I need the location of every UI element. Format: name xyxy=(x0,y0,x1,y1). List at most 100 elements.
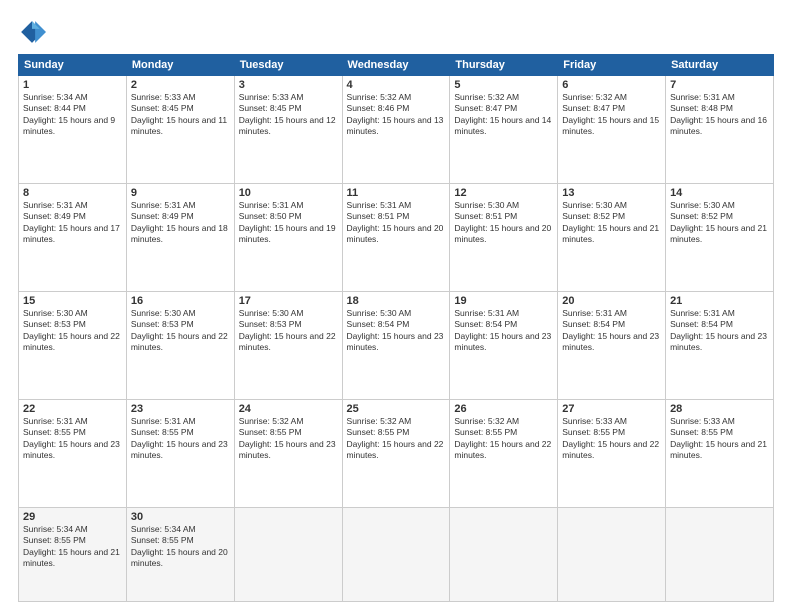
daylight-label: Daylight: 15 hours and 23 minutes. xyxy=(454,331,551,352)
day-number: 28 xyxy=(670,403,769,415)
calendar-cell: 4Sunrise: 5:32 AMSunset: 8:46 PMDaylight… xyxy=(342,76,450,184)
day-number: 6 xyxy=(562,79,661,91)
day-number: 10 xyxy=(239,187,338,199)
calendar-cell: 1Sunrise: 5:34 AMSunset: 8:44 PMDaylight… xyxy=(19,76,127,184)
calendar-cell: 25Sunrise: 5:32 AMSunset: 8:55 PMDayligh… xyxy=(342,399,450,507)
sunrise-label: Sunrise: 5:34 AM xyxy=(23,92,88,102)
sunrise-label: Sunrise: 5:30 AM xyxy=(239,308,304,318)
sunrise-label: Sunrise: 5:31 AM xyxy=(347,200,412,210)
daylight-label: Daylight: 15 hours and 22 minutes. xyxy=(347,439,444,460)
calendar-table: SundayMondayTuesdayWednesdayThursdayFrid… xyxy=(18,54,774,602)
day-number: 7 xyxy=(670,79,769,91)
sunset-label: Sunset: 8:53 PM xyxy=(239,319,302,329)
sunset-label: Sunset: 8:55 PM xyxy=(239,427,302,437)
day-number: 14 xyxy=(670,187,769,199)
calendar-cell: 30Sunrise: 5:34 AMSunset: 8:55 PMDayligh… xyxy=(126,507,234,601)
cell-content: Sunrise: 5:33 AMSunset: 8:45 PMDaylight:… xyxy=(131,92,230,138)
sunset-label: Sunset: 8:54 PM xyxy=(562,319,625,329)
calendar-cell: 10Sunrise: 5:31 AMSunset: 8:50 PMDayligh… xyxy=(234,183,342,291)
calendar-cell xyxy=(234,507,342,601)
calendar-week-row: 15Sunrise: 5:30 AMSunset: 8:53 PMDayligh… xyxy=(19,291,774,399)
sunrise-label: Sunrise: 5:33 AM xyxy=(670,416,735,426)
daylight-label: Daylight: 15 hours and 15 minutes. xyxy=(562,115,659,136)
cell-content: Sunrise: 5:30 AMSunset: 8:53 PMDaylight:… xyxy=(23,308,122,354)
cell-content: Sunrise: 5:31 AMSunset: 8:49 PMDaylight:… xyxy=(131,200,230,246)
cell-content: Sunrise: 5:34 AMSunset: 8:55 PMDaylight:… xyxy=(23,524,122,570)
logo-icon xyxy=(18,18,46,46)
daylight-label: Daylight: 15 hours and 18 minutes. xyxy=(131,223,228,244)
cell-content: Sunrise: 5:34 AMSunset: 8:44 PMDaylight:… xyxy=(23,92,122,138)
cell-content: Sunrise: 5:30 AMSunset: 8:53 PMDaylight:… xyxy=(239,308,338,354)
sunrise-label: Sunrise: 5:31 AM xyxy=(239,200,304,210)
sunrise-label: Sunrise: 5:30 AM xyxy=(131,308,196,318)
day-number: 21 xyxy=(670,295,769,307)
day-number: 16 xyxy=(131,295,230,307)
daylight-label: Daylight: 15 hours and 11 minutes. xyxy=(131,115,227,136)
sunset-label: Sunset: 8:55 PM xyxy=(670,427,733,437)
day-number: 12 xyxy=(454,187,553,199)
sunrise-label: Sunrise: 5:30 AM xyxy=(670,200,735,210)
daylight-label: Daylight: 15 hours and 23 minutes. xyxy=(670,331,767,352)
sunrise-label: Sunrise: 5:31 AM xyxy=(23,200,88,210)
daylight-label: Daylight: 15 hours and 23 minutes. xyxy=(562,331,659,352)
calendar-week-row: 29Sunrise: 5:34 AMSunset: 8:55 PMDayligh… xyxy=(19,507,774,601)
daylight-label: Daylight: 15 hours and 20 minutes. xyxy=(131,547,228,568)
sunrise-label: Sunrise: 5:31 AM xyxy=(670,308,735,318)
cell-content: Sunrise: 5:34 AMSunset: 8:55 PM Daylight:… xyxy=(131,524,230,570)
sunrise-label: Sunrise: 5:31 AM xyxy=(131,200,196,210)
sunset-label: Sunset: 8:54 PM xyxy=(670,319,733,329)
daylight-label: Daylight: 15 hours and 22 minutes. xyxy=(454,439,551,460)
sunrise-label: Sunrise: 5:32 AM xyxy=(239,416,304,426)
calendar-cell: 8Sunrise: 5:31 AMSunset: 8:49 PMDaylight… xyxy=(19,183,127,291)
sunset-label: Sunset: 8:55 PM xyxy=(562,427,625,437)
sunset-label: Sunset: 8:55 PM xyxy=(347,427,410,437)
daylight-label: Daylight: 15 hours and 13 minutes. xyxy=(347,115,444,136)
calendar-day-header: Friday xyxy=(558,55,666,76)
sunset-label: Sunset: 8:47 PM xyxy=(454,103,517,113)
cell-content: Sunrise: 5:32 AMSunset: 8:46 PMDaylight:… xyxy=(347,92,446,138)
daylight-label: Daylight: 15 hours and 9 minutes. xyxy=(23,115,115,136)
daylight-label: Daylight: 15 hours and 20 minutes. xyxy=(454,223,551,244)
day-number: 22 xyxy=(23,403,122,415)
day-number: 11 xyxy=(347,187,446,199)
sunset-label: Sunset: 8:51 PM xyxy=(347,211,410,221)
page: SundayMondayTuesdayWednesdayThursdayFrid… xyxy=(0,0,792,612)
day-number: 19 xyxy=(454,295,553,307)
day-number: 26 xyxy=(454,403,553,415)
calendar-cell: 27Sunrise: 5:33 AMSunset: 8:55 PMDayligh… xyxy=(558,399,666,507)
calendar-cell: 11Sunrise: 5:31 AMSunset: 8:51 PM Dayligh… xyxy=(342,183,450,291)
calendar-cell: 24Sunrise: 5:32 AMSunset: 8:55 PMDayligh… xyxy=(234,399,342,507)
calendar-header-row: SundayMondayTuesdayWednesdayThursdayFrid… xyxy=(19,55,774,76)
daylight-label: Daylight: 15 hours and 21 minutes. xyxy=(562,223,659,244)
daylight-label: Daylight: 15 hours and 16 minutes. xyxy=(670,115,767,136)
sunrise-label: Sunrise: 5:32 AM xyxy=(454,416,519,426)
calendar-cell: 7Sunrise: 5:31 AMSunset: 8:48 PMDaylight… xyxy=(666,76,774,184)
calendar-cell: 20Sunrise: 5:31 AMSunset: 8:54 PMDayligh… xyxy=(558,291,666,399)
day-number: 5 xyxy=(454,79,553,91)
calendar-cell: 6Sunrise: 5:32 AMSunset: 8:47 PMDaylight… xyxy=(558,76,666,184)
calendar-cell: 28Sunrise: 5:33 AMSunset: 8:55 PM Dayligh… xyxy=(666,399,774,507)
calendar-cell: 26Sunrise: 5:32 AMSunset: 8:55 PMDayligh… xyxy=(450,399,558,507)
daylight-label: Daylight: 15 hours and 21 minutes. xyxy=(670,439,767,460)
calendar-cell: 29Sunrise: 5:34 AMSunset: 8:55 PMDayligh… xyxy=(19,507,127,601)
cell-content: Sunrise: 5:31 AMSunset: 8:55 PMDaylight:… xyxy=(23,416,122,462)
daylight-label: Daylight: 15 hours and 21 minutes. xyxy=(670,223,767,244)
sunrise-label: Sunrise: 5:30 AM xyxy=(562,200,627,210)
calendar-day-header: Sunday xyxy=(19,55,127,76)
sunrise-label: Sunrise: 5:32 AM xyxy=(562,92,627,102)
sunset-label: Sunset: 8:55 PM xyxy=(131,535,194,545)
sunset-label: Sunset: 8:45 PM xyxy=(239,103,302,113)
sunrise-label: Sunrise: 5:34 AM xyxy=(131,524,196,534)
sunrise-label: Sunrise: 5:31 AM xyxy=(131,416,196,426)
calendar-cell: 13Sunrise: 5:30 AMSunset: 8:52 PMDayligh… xyxy=(558,183,666,291)
cell-content: Sunrise: 5:31 AMSunset: 8:54 PMDaylight:… xyxy=(562,308,661,354)
cell-content: Sunrise: 5:32 AMSunset: 8:55 PMDaylight:… xyxy=(347,416,446,462)
day-number: 1 xyxy=(23,79,122,91)
daylight-label: Daylight: 15 hours and 20 minutes. xyxy=(347,223,444,244)
calendar-cell: 22Sunrise: 5:31 AMSunset: 8:55 PMDayligh… xyxy=(19,399,127,507)
sunset-label: Sunset: 8:50 PM xyxy=(239,211,302,221)
day-number: 4 xyxy=(347,79,446,91)
day-number: 27 xyxy=(562,403,661,415)
cell-content: Sunrise: 5:31 AMSunset: 8:55 PMDaylight:… xyxy=(131,416,230,462)
sunset-label: Sunset: 8:54 PM xyxy=(347,319,410,329)
